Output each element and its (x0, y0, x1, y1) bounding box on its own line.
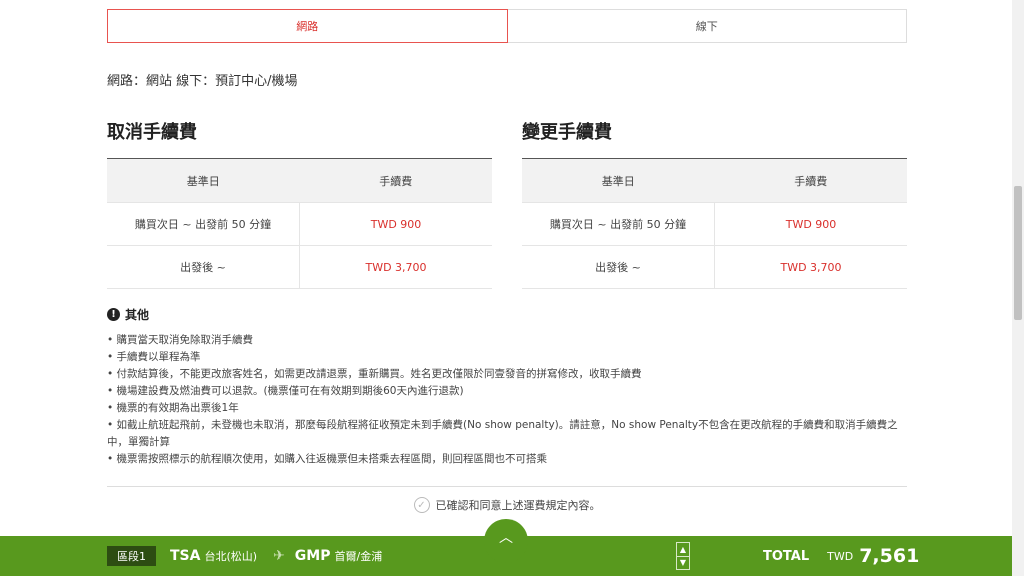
column-header-fee: 手續費 (379, 174, 413, 188)
segment-stepper[interactable]: ▲ ▼ (676, 542, 690, 570)
cancel-fee-section: 取消手續費 基準日 手續費 購買次日 ~ 出發前 50 分鐘 TWD 900 出… (107, 120, 492, 289)
table-row: 購買次日 ~ 出發前 50 分鐘 TWD 900 (522, 203, 907, 246)
destination-city: 首爾/金浦 (334, 550, 383, 563)
notes-heading: ! 其他 (107, 306, 907, 322)
agree-checkbox[interactable]: ✓ 已確認和同意上述運費規定內容。 (107, 497, 907, 513)
list-item: 機票的有效期為出票後1年 (107, 400, 907, 417)
list-item: 機場建設費及燃油費可以退款。(機票僅可在有效期到期後60天內進行退款) (107, 383, 907, 400)
exclamation-icon: ! (107, 307, 120, 321)
currency-label: TWD (827, 549, 854, 563)
other-notes: ! 其他 購買當天取消免除取消手續費 手續費以單程為準 付款結算後，不能更改旅客… (107, 306, 907, 468)
origin-code: TSA (170, 548, 201, 564)
scrollbar[interactable] (1012, 0, 1024, 576)
list-item: 付款結算後，不能更改旅客姓名，如需更改請退票，重新購買。姓名更改僅限於同壹發音的… (107, 366, 907, 383)
table-row: 出發後 ~ TWD 3,700 (107, 246, 492, 289)
route-summary: TSA 台北(松山) ✈ GMP 首爾/金浦 (170, 546, 398, 566)
change-fee-title: 變更手續費 (522, 122, 612, 143)
tab-online[interactable]: 網路 (107, 9, 508, 43)
list-item: 如截止航班起飛前，未登機也未取消，那麼每段航程將征收預定未到手續費(No sho… (107, 417, 907, 451)
cancel-fee-table: 基準日 手續費 購買次日 ~ 出發前 50 分鐘 TWD 900 出發後 ~ T… (107, 158, 492, 289)
expand-summary-button[interactable]: ︿ (484, 519, 528, 563)
list-item: 機票需按照標示的航程順次使用，如購入往返機票但未搭乘去程區間，則回程區間也不可搭… (107, 451, 907, 468)
total-label: TOTAL (763, 548, 810, 564)
fee-cell: TWD 3,700 (299, 246, 492, 288)
notes-list: 購買當天取消免除取消手續費 手續費以單程為準 付款結算後，不能更改旅客姓名，如需… (107, 332, 907, 468)
origin-city: 台北(松山) (204, 550, 258, 563)
plane-icon: ✈ (273, 548, 285, 564)
date-cell: 出發後 ~ (180, 261, 226, 274)
total-price: TOTAL TWD 7,561 (763, 542, 919, 570)
channel-tabs: 網路 線下 (107, 9, 907, 43)
divider (107, 486, 907, 487)
fee-cell: TWD 900 (714, 203, 907, 245)
check-circle-icon[interactable]: ✓ (413, 497, 430, 513)
table-header-row: 基準日 手續費 (107, 159, 492, 203)
chevron-down-icon[interactable]: ▼ (677, 555, 689, 570)
date-cell: 出發後 ~ (595, 261, 641, 274)
channel-info: 網路：網站 線下：預訂中心/機場 (107, 74, 298, 89)
fee-cell: TWD 900 (299, 203, 492, 245)
agree-label: 已確認和同意上述運費規定內容。 (435, 499, 601, 512)
list-item: 購買當天取消免除取消手續費 (107, 332, 907, 349)
destination-code: GMP (294, 548, 331, 564)
date-cell: 購買次日 ~ 出發前 50 分鐘 (549, 218, 687, 231)
change-fee-section: 變更手續費 基準日 手續費 購買次日 ~ 出發前 50 分鐘 TWD 900 出… (522, 120, 907, 289)
table-row: 出發後 ~ TWD 3,700 (522, 246, 907, 289)
total-amount: 7,561 (859, 545, 920, 567)
notes-title: 其他 (125, 307, 150, 322)
list-item: 手續費以單程為準 (107, 349, 907, 366)
tab-offline[interactable]: 線下 (507, 9, 907, 43)
chevron-up-icon[interactable]: ▲ (677, 543, 689, 556)
column-header-fee: 手續費 (794, 174, 828, 188)
scrollbar-thumb[interactable] (1014, 186, 1022, 320)
table-header-row: 基準日 手續費 (522, 159, 907, 203)
cancel-fee-title: 取消手續費 (107, 122, 197, 143)
table-row: 購買次日 ~ 出發前 50 分鐘 TWD 900 (107, 203, 492, 246)
date-cell: 購買次日 ~ 出發前 50 分鐘 (134, 218, 272, 231)
column-header-date: 基準日 (186, 174, 220, 188)
change-fee-table: 基準日 手續費 購買次日 ~ 出發前 50 分鐘 TWD 900 出發後 ~ T… (522, 158, 907, 289)
chevron-up-icon: ︿ (499, 530, 513, 546)
segment-badge: 區段1 (107, 546, 156, 566)
fee-cell: TWD 3,700 (714, 246, 907, 288)
column-header-date: 基準日 (601, 174, 635, 188)
